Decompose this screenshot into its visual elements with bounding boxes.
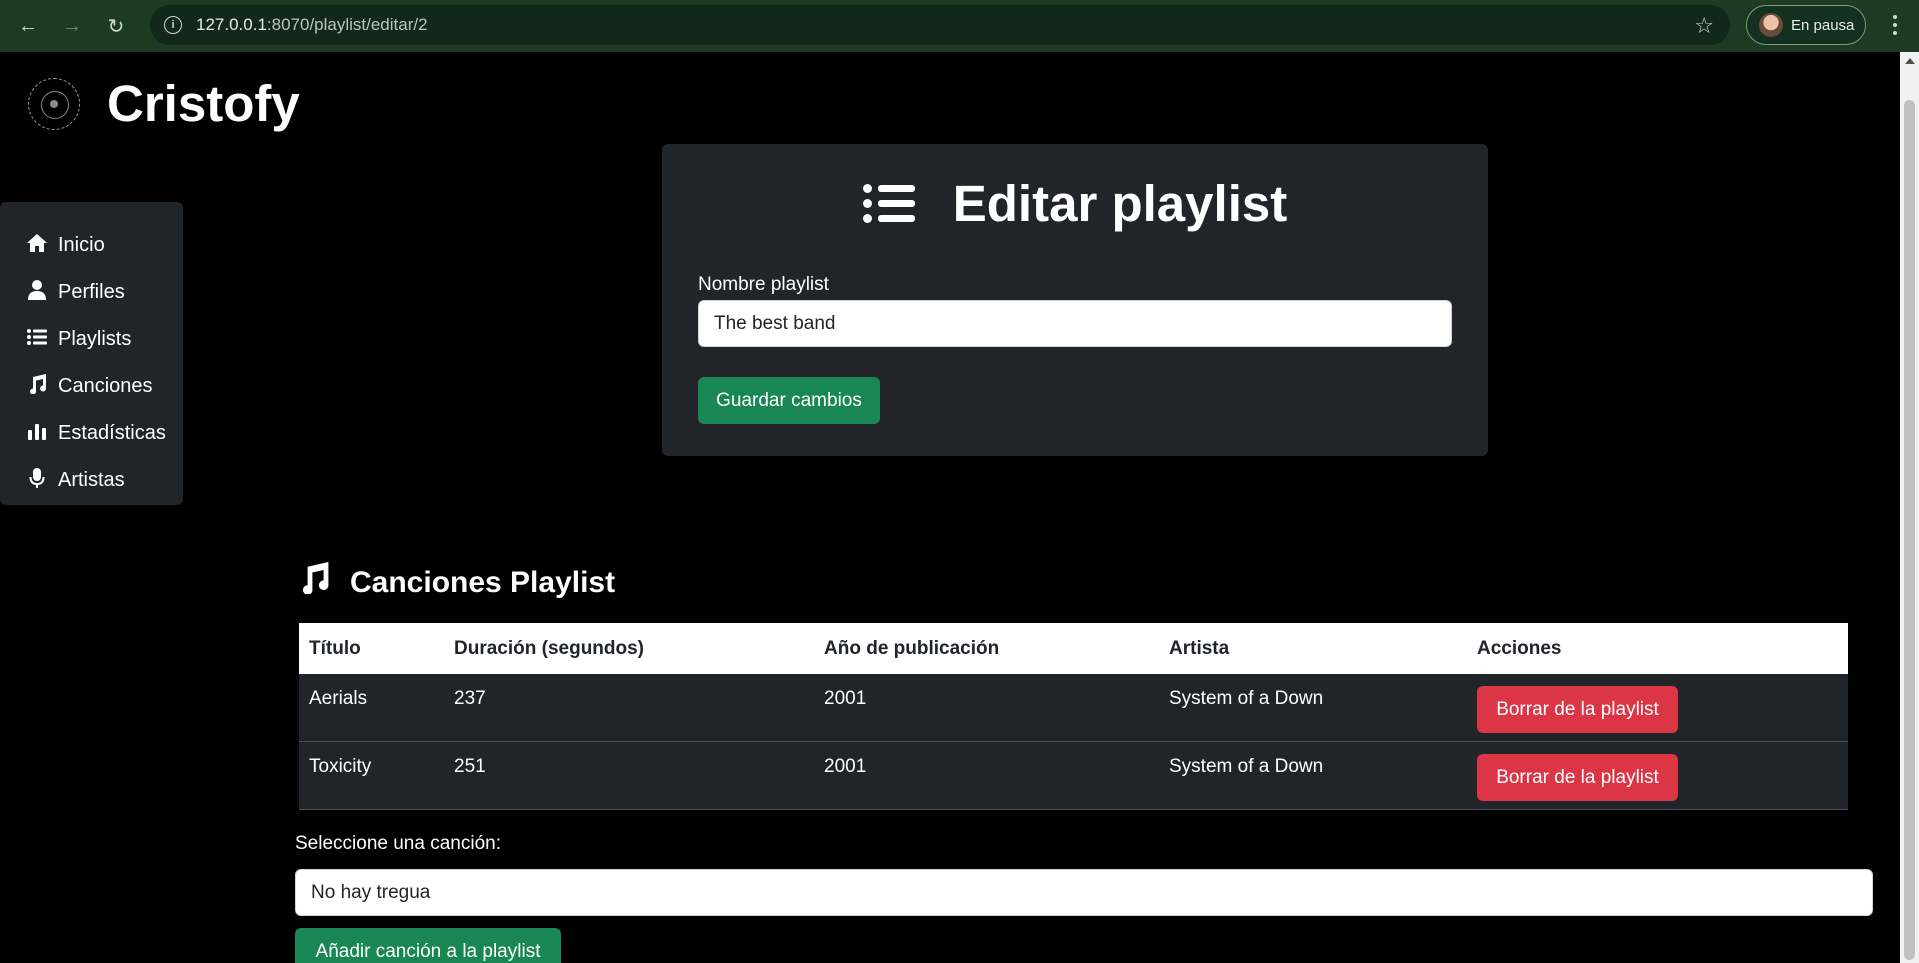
add-song-button[interactable]: Añadir canción a la playlist bbox=[295, 928, 561, 963]
song-artist-cell: System of a Down bbox=[1169, 688, 1324, 709]
sidebar-item-label: Inicio bbox=[58, 234, 105, 256]
song-select[interactable]: No hay tregua bbox=[295, 869, 1873, 916]
column-header: Duración (segundos) bbox=[454, 637, 645, 659]
url-text[interactable]: 127.0.0.1:8070/playlist/editar/2 bbox=[196, 15, 428, 35]
sidebar-item-inicio[interactable]: Inicio bbox=[0, 222, 183, 269]
kebab-menu-icon[interactable] bbox=[1880, 8, 1910, 42]
forward-arrow-icon[interactable]: → bbox=[50, 4, 94, 48]
vinyl-logo-icon bbox=[28, 77, 80, 130]
actions-cell: Borrar de la playlist bbox=[1467, 674, 1848, 741]
song-duration-cell: 251 bbox=[454, 756, 486, 777]
remove-from-playlist-button[interactable]: Borrar de la playlist bbox=[1477, 686, 1678, 733]
bookmark-star-icon[interactable]: ☆ bbox=[1694, 13, 1714, 39]
column-header: Año de publicación bbox=[824, 637, 1000, 659]
music-icon bbox=[26, 373, 48, 400]
scroll-up-arrow-icon[interactable] bbox=[1905, 58, 1915, 64]
music-icon bbox=[298, 562, 330, 603]
song-duration-cell: 237 bbox=[454, 688, 486, 709]
brand-title: Cristofy bbox=[107, 75, 300, 132]
sidebar-item-perfiles[interactable]: Perfiles bbox=[0, 269, 183, 316]
user-icon bbox=[26, 279, 48, 306]
songs-table: Título Duración (segundos) Año de public… bbox=[299, 623, 1848, 810]
sidebar: Inicio Perfiles Playlists Canciones Esta… bbox=[0, 202, 183, 505]
song-select-label: Seleccione una canción: bbox=[295, 833, 501, 854]
back-arrow-icon[interactable]: ← bbox=[6, 4, 50, 48]
profile-button[interactable]: En pausa bbox=[1746, 5, 1866, 45]
chart-icon bbox=[26, 422, 48, 446]
page-content: Cristofy Inicio Perfiles Playlists Canci… bbox=[0, 52, 1900, 963]
card-header: Editar playlist bbox=[662, 174, 1488, 233]
sidebar-item-estadisticas[interactable]: Estadísticas bbox=[0, 410, 183, 457]
sidebar-item-label: Playlists bbox=[58, 328, 132, 350]
song-title-cell: Aerials bbox=[309, 688, 368, 709]
save-changes-button[interactable]: Guardar cambios bbox=[698, 377, 880, 424]
table-header: Título Duración (segundos) Año de public… bbox=[299, 623, 1848, 674]
song-year-cell: 2001 bbox=[824, 756, 867, 777]
url-host: 127.0.0.1 bbox=[196, 15, 267, 34]
profile-status-label: En pausa bbox=[1791, 16, 1855, 34]
column-header: Título bbox=[309, 637, 361, 659]
sidebar-item-label: Estadísticas bbox=[58, 422, 166, 444]
songs-section-title: Canciones Playlist bbox=[350, 565, 616, 599]
table-row: Aerials 237 2001 System of a Down Borrar… bbox=[299, 674, 1848, 742]
sidebar-item-artistas[interactable]: Artistas bbox=[0, 457, 183, 504]
sidebar-item-label: Canciones bbox=[58, 375, 153, 397]
column-header: Acciones bbox=[1477, 637, 1562, 659]
brand[interactable]: Cristofy bbox=[28, 74, 300, 133]
microphone-icon bbox=[26, 467, 48, 494]
vertical-scrollbar[interactable] bbox=[1900, 52, 1919, 963]
page-title: Editar playlist bbox=[952, 175, 1288, 232]
url-path: :8070/playlist/editar/2 bbox=[266, 15, 428, 34]
sidebar-item-label: Artistas bbox=[58, 469, 125, 491]
scrollbar-thumb[interactable] bbox=[1904, 100, 1915, 960]
table-row: Toxicity 251 2001 System of a Down Borra… bbox=[299, 742, 1848, 810]
song-title-cell: Toxicity bbox=[309, 756, 372, 777]
sidebar-item-playlists[interactable]: Playlists bbox=[0, 316, 183, 363]
songs-section-header: Canciones Playlist bbox=[298, 562, 615, 603]
edit-playlist-card: Editar playlist Nombre playlist The best… bbox=[662, 144, 1488, 456]
home-icon bbox=[26, 233, 48, 259]
list-icon bbox=[862, 183, 915, 225]
column-header: Artista bbox=[1169, 637, 1230, 659]
list-icon bbox=[26, 328, 48, 352]
actions-cell: Borrar de la playlist bbox=[1467, 742, 1848, 809]
remove-from-playlist-button[interactable]: Borrar de la playlist bbox=[1477, 754, 1678, 801]
browser-toolbar: ← → ↻ i 127.0.0.1:8070/playlist/editar/2… bbox=[0, 0, 1919, 52]
playlist-name-label: Nombre playlist bbox=[698, 274, 829, 295]
address-bar[interactable]: i 127.0.0.1:8070/playlist/editar/2 ☆ bbox=[150, 5, 1730, 45]
playlist-name-input[interactable]: The best band bbox=[698, 300, 1452, 347]
site-info-icon[interactable]: i bbox=[164, 16, 182, 34]
song-year-cell: 2001 bbox=[824, 688, 867, 709]
avatar bbox=[1759, 13, 1783, 37]
sidebar-item-label: Perfiles bbox=[58, 281, 125, 303]
reload-icon[interactable]: ↻ bbox=[94, 4, 138, 48]
song-artist-cell: System of a Down bbox=[1169, 756, 1324, 777]
sidebar-item-canciones[interactable]: Canciones bbox=[0, 363, 183, 410]
